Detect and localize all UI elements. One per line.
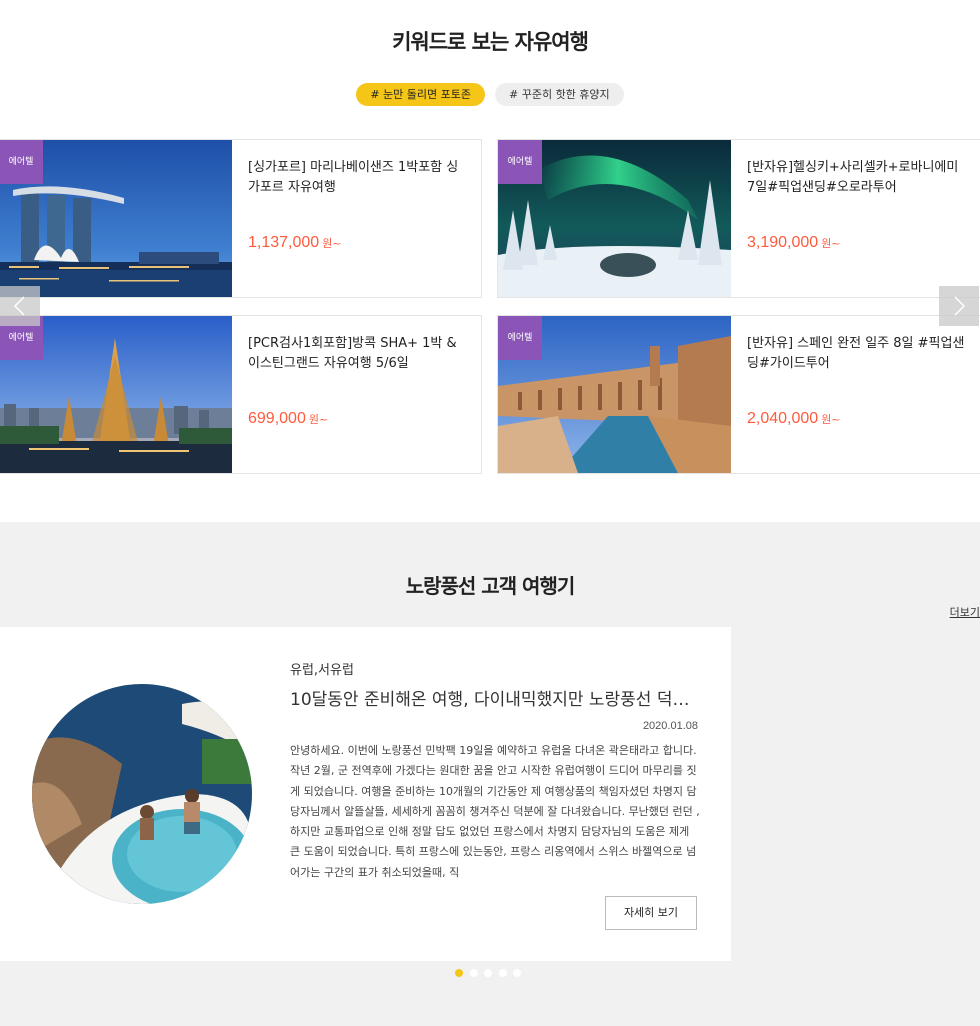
product-info: [반자유] 스페인 완전 일주 8일 #픽업샌딩#가이드투어 2,040,000… <box>747 334 967 428</box>
product-price: 699,000 <box>248 410 306 427</box>
product-price-line: 1,137,000 원~ <box>248 234 468 252</box>
keyword-section-title: 키워드로 보는 자유여행 <box>392 30 589 54</box>
carousel-prev-button[interactable] <box>0 286 40 326</box>
pagination-dot-4[interactable] <box>498 969 507 977</box>
product-price: 1,137,000 <box>248 234 320 251</box>
product-card-spain[interactable]: 에어텔 [반자유] 스페인 완전 일주 8일 #픽업샌딩#가이드투어 2,040… <box>497 315 980 474</box>
product-card-finland[interactable]: 에어텔 [반자유]헬싱키+사리셀카+로바니에미 7일#픽업샌딩#오로라투어 3,… <box>497 139 980 298</box>
product-price: 3,190,000 <box>747 234 819 251</box>
product-info: [PCR검사1회포함]방콕 SHA+ 1박 & 이스틴그랜드 자유여행 5/6일… <box>248 334 468 428</box>
product-price-unit: 원~ <box>322 237 342 250</box>
keyword-section: 키워드로 보는 자유여행 # 눈만 돌리면 포토존 # 꾸준히 핫한 휴양지 에… <box>0 0 980 522</box>
product-price: 2,040,000 <box>747 410 819 427</box>
view-details-button[interactable]: 자세히 보기 <box>605 896 697 930</box>
product-title[interactable]: [싱가포르] 마리나베이샌즈 1박포함 싱가포르 자유여행 <box>248 158 468 198</box>
review-card: 유럽,서유럽 10달동안 준비해온 여행, 다이내믹했지만 노랑풍선 덕분에 2… <box>0 627 731 961</box>
product-card-bangkok[interactable]: 에어텔 [PCR검사1회포함]방콕 SHA+ 1박 & 이스틴그랜드 자유여행 … <box>0 315 482 474</box>
pagination-dot-5[interactable] <box>513 969 521 977</box>
product-badge: 에어텔 <box>498 140 542 184</box>
product-price-unit: 원~ <box>821 237 841 250</box>
review-date: 2020.01.08 <box>642 720 698 732</box>
more-link[interactable]: 더보기 <box>950 604 980 620</box>
product-badge: 에어텔 <box>498 316 542 360</box>
product-image-bangkok[interactable]: 에어텔 <box>0 316 232 473</box>
product-image-finland[interactable]: 에어텔 <box>498 140 731 297</box>
product-price-line: 699,000 원~ <box>248 410 468 428</box>
review-section-title: 노랑풍선 고객 여행기 <box>405 574 576 598</box>
product-title[interactable]: [PCR검사1회포함]방콕 SHA+ 1박 & 이스틴그랜드 자유여행 5/6일 <box>248 334 468 374</box>
keyword-tag-resort[interactable]: # 꾸준히 핫한 휴양지 <box>495 83 624 106</box>
pagination-dot-2[interactable] <box>469 969 478 977</box>
keyword-tag-photozone[interactable]: # 눈만 돌리면 포토존 <box>356 83 485 106</box>
product-price-unit: 원~ <box>308 413 329 426</box>
product-info: [싱가포르] 마리나베이샌즈 1박포함 싱가포르 자유여행 1,137,000 원… <box>248 158 468 252</box>
keyword-tag-list: # 눈만 돌리면 포토존 # 꾸준히 핫한 휴양지 <box>0 83 980 106</box>
product-info: [반자유]헬싱키+사리셀카+로바니에미 7일#픽업샌딩#오로라투어 3,190,… <box>747 158 967 252</box>
product-price-line: 2,040,000 원~ <box>747 410 967 428</box>
pagination-dot-3[interactable] <box>484 969 492 977</box>
product-title[interactable]: [반자유]헬싱키+사리셀카+로바니에미 7일#픽업샌딩#오로라투어 <box>747 158 967 198</box>
product-card-singapore[interactable]: 에어텔 [싱가포르] 마리나베이샌즈 1박포함 싱가포르 자유여행 1,137,… <box>0 139 482 298</box>
review-photo <box>32 684 252 904</box>
chevron-left-icon <box>13 296 25 316</box>
carousel-next-button[interactable] <box>939 286 979 326</box>
product-title[interactable]: [반자유] 스페인 완전 일주 8일 #픽업샌딩#가이드투어 <box>747 334 967 374</box>
product-image-spain[interactable]: 에어텔 <box>498 316 731 473</box>
review-headline[interactable]: 10달동안 준비해온 여행, 다이내믹했지만 노랑풍선 덕분에 <box>290 685 698 710</box>
review-pagination <box>455 969 528 977</box>
pagination-dot-1[interactable] <box>455 969 463 977</box>
review-section: 노랑풍선 고객 여행기 더보기 유럽,서유럽 10달동안 준비해온 여행, 다이… <box>0 522 980 1026</box>
review-body: 안녕하세요. 이번에 노랑풍선 민박팩 19일을 예약하고 유럽을 다녀온 곽은… <box>290 744 700 879</box>
product-price-unit: 원~ <box>821 413 841 426</box>
product-badge: 에어텔 <box>0 140 43 184</box>
product-price-line: 3,190,000 원~ <box>747 234 967 252</box>
review-region: 유럽,서유럽 <box>290 663 354 678</box>
chevron-right-icon <box>954 296 966 316</box>
product-image-singapore[interactable]: 에어텔 <box>0 140 232 297</box>
